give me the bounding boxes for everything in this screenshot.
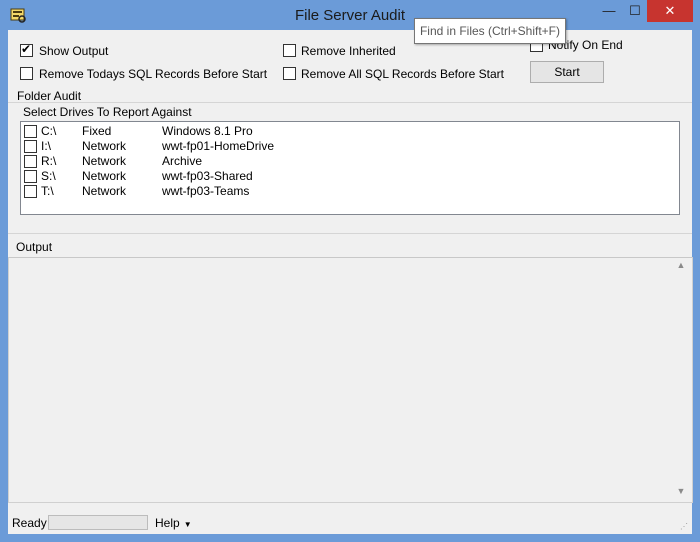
drive-letter: I:\ [41, 139, 52, 153]
output-label: Output [16, 240, 53, 254]
drive-checkbox[interactable] [24, 140, 37, 153]
list-item[interactable]: S:\ Network wwt-fp03-Shared [21, 168, 661, 183]
show-output-label[interactable]: Show Output [39, 44, 108, 58]
drive-type: Network [82, 139, 127, 153]
show-output-checkbox[interactable] [20, 42, 33, 57]
dropdown-arrow-icon[interactable]: ▼ [184, 520, 192, 529]
window-title: File Server Audit [294, 7, 406, 24]
drive-name: Windows 8.1 Pro [162, 124, 253, 138]
drives-instructions: Select Drives To Report Against [23, 105, 192, 119]
output-textarea[interactable] [8, 257, 693, 503]
help-dropdown[interactable]: Help ▼ [155, 516, 192, 530]
client-area: Show Output Remove Inherited Notify On E… [8, 18, 693, 534]
remove-all-sql-checkbox[interactable] [283, 67, 296, 80]
maximize-button[interactable]: ☐ [622, 0, 648, 22]
resize-grip-icon[interactable]: ⋰ [680, 522, 690, 532]
drive-checkbox[interactable] [24, 185, 37, 198]
splitter[interactable] [8, 233, 692, 234]
minimize-button[interactable]: — [596, 0, 622, 22]
drive-name: wwt-fp03-Teams [162, 184, 250, 198]
list-item[interactable]: T:\ Network wwt-fp03-Teams [21, 183, 661, 198]
folder-audit-divider [8, 102, 692, 103]
help-label[interactable]: Help [155, 516, 180, 530]
find-in-files-tooltip: Find in Files (Ctrl+Shift+F) [414, 18, 566, 44]
remove-inherited-label[interactable]: Remove Inherited [301, 44, 396, 58]
remove-inherited-checkbox[interactable] [283, 44, 296, 57]
remove-todays-sql-checkbox[interactable] [20, 67, 33, 80]
close-button[interactable]: ✕ [647, 0, 693, 22]
status-text: Ready [12, 516, 47, 530]
scroll-up-icon[interactable]: ▲ [676, 260, 686, 270]
drive-type: Network [82, 184, 127, 198]
status-progress-bar [48, 515, 148, 530]
drive-type: Network [82, 154, 127, 168]
list-item[interactable]: I:\ Network wwt-fp01-HomeDrive [21, 138, 661, 153]
title-bar[interactable]: File Server Audit — ☐ ✕ [0, 0, 700, 30]
drive-type: Network [82, 169, 127, 183]
drive-checkbox[interactable] [24, 155, 37, 168]
drive-letter: T:\ [41, 184, 54, 198]
list-item[interactable]: R:\ Network Archive [21, 153, 661, 168]
list-item[interactable]: C:\ Fixed Windows 8.1 Pro [21, 123, 661, 138]
remove-all-sql-label[interactable]: Remove All SQL Records Before Start [301, 67, 504, 81]
start-button[interactable]: Start [530, 61, 604, 83]
app-window: File Server Audit — ☐ ✕ Show Output Remo… [0, 0, 700, 542]
drive-letter: S:\ [41, 169, 56, 183]
drive-checkbox[interactable] [24, 170, 37, 183]
drive-name: Archive [162, 154, 203, 168]
drive-name: wwt-fp03-Shared [162, 169, 253, 183]
folder-audit-group-label: Folder Audit [17, 89, 82, 103]
drive-type: Fixed [82, 124, 112, 138]
drive-list[interactable]: C:\ Fixed Windows 8.1 Pro I:\ Network ww… [20, 121, 680, 215]
drive-letter: C:\ [41, 124, 57, 138]
remove-todays-sql-label[interactable]: Remove Todays SQL Records Before Start [39, 67, 267, 81]
status-bar: Ready Help ▼ ⋰ [8, 511, 692, 534]
drive-letter: R:\ [41, 154, 57, 168]
drive-checkbox[interactable] [24, 125, 37, 138]
drive-name: wwt-fp01-HomeDrive [162, 139, 275, 153]
